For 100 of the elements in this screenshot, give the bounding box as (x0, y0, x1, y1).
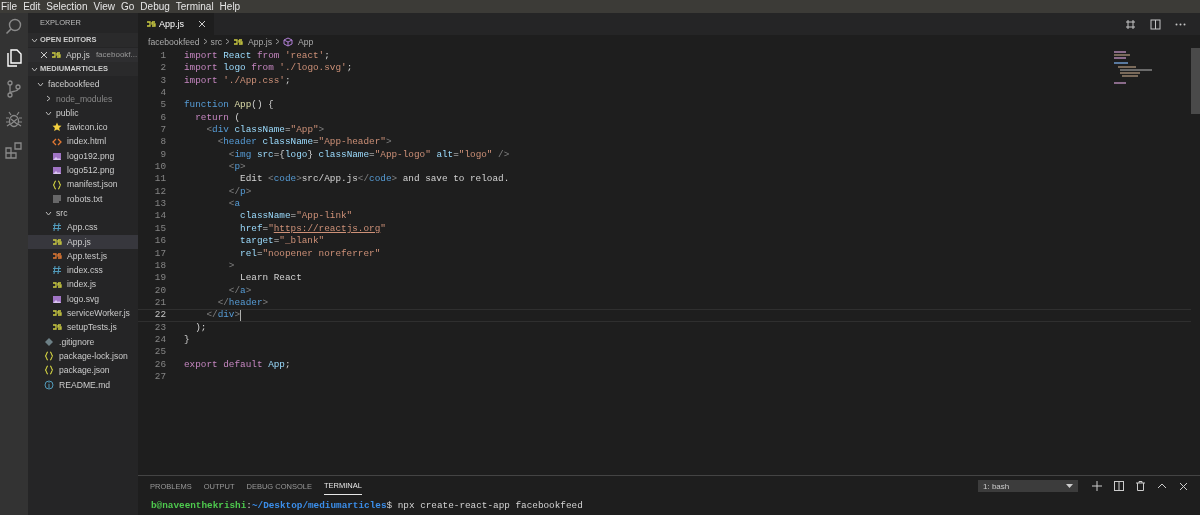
menu-item[interactable]: File (1, 0, 18, 13)
code-line: </header> (216, 296, 269, 310)
line-number: 6 (159, 111, 166, 125)
chevron-icon (225, 38, 231, 45)
terminal-select[interactable]: 1: bash (978, 480, 1078, 492)
tree-item[interactable]: logo512.png (28, 163, 138, 178)
code-line: rel="noopener noreferrer" (239, 247, 381, 260)
chevron-up-icon[interactable] (1157, 483, 1167, 489)
menu-item[interactable]: Edit (23, 0, 41, 13)
js-file-icon (52, 308, 62, 319)
lines-icon (52, 193, 62, 204)
split-terminal-icon[interactable] (1114, 481, 1124, 491)
scrollbar[interactable] (1191, 48, 1200, 114)
code-line: <img src={logo} className="App-logo" alt="logo" /> (227, 148, 510, 162)
close-icon[interactable] (1179, 481, 1188, 491)
line-number: 2 (159, 62, 166, 75)
menu-item[interactable]: Debug (140, 0, 170, 13)
diamond-icon (44, 336, 54, 347)
code-line: function App() { (184, 99, 274, 112)
open-editor-item[interactable]: App.js facebookf... (28, 48, 138, 63)
js-file-icon (51, 50, 61, 61)
breadcrumb[interactable]: src (210, 36, 223, 47)
tree-item[interactable]: logo192.png (28, 148, 138, 164)
line-number: 27 (153, 370, 166, 384)
code-line: <div className="App"> (205, 124, 325, 137)
line-number: 24 (153, 333, 166, 347)
code-line: > (227, 259, 235, 273)
line-number: 10 (153, 161, 166, 174)
bug-icon[interactable] (5, 111, 23, 129)
menu-item[interactable]: Terminal (175, 0, 214, 13)
line-number: 5 (159, 99, 166, 112)
tree-item[interactable]: public (28, 105, 138, 121)
menu-item[interactable]: Selection (46, 0, 88, 13)
tree-item[interactable]: package.json (28, 363, 138, 378)
tree-item[interactable]: App.js (28, 234, 138, 249)
line-number: 3 (159, 74, 166, 88)
code-line: Learn React (239, 272, 302, 285)
tree-item[interactable]: manifest.json (28, 177, 138, 192)
code-line: target="_blank" (239, 235, 325, 248)
chevron-icon (202, 38, 208, 45)
tree-item[interactable]: index.css (28, 263, 138, 278)
chevron-icon (45, 209, 52, 217)
editor-tab[interactable]: App.js (138, 13, 214, 35)
line-number: 18 (153, 259, 166, 273)
search-icon[interactable] (5, 18, 23, 36)
tree-item[interactable]: robots.txt (28, 191, 138, 206)
tree-item[interactable]: .gitignore (28, 334, 138, 349)
menu-item[interactable]: Help (219, 0, 241, 13)
line-number: 1 (159, 50, 166, 63)
split-editor-icon[interactable] (1150, 18, 1161, 30)
code-line: return ( (194, 111, 241, 125)
line-number: 15 (153, 222, 166, 236)
code-line: </a> (227, 284, 252, 297)
line-number: 11 (153, 173, 166, 186)
menu-item[interactable]: Go (121, 0, 135, 13)
line-number: 23 (153, 321, 166, 334)
file-name: App.js (66, 49, 90, 62)
code-line: href="https://reactjs.org" (239, 222, 386, 236)
close-icon[interactable] (198, 20, 206, 28)
code-icon (52, 136, 62, 147)
more-icon[interactable] (1175, 22, 1186, 26)
compare-icon[interactable] (1125, 18, 1136, 30)
plus-icon[interactable] (1092, 481, 1102, 491)
files-icon[interactable] (5, 49, 23, 67)
source-control-icon[interactable] (5, 80, 23, 98)
js-file-icon (52, 279, 62, 290)
tree-item[interactable]: index.html (28, 134, 138, 149)
tree-item[interactable]: README.md (28, 377, 138, 392)
code-line: <p> (227, 161, 246, 174)
image-icon (52, 165, 62, 176)
tree-item[interactable]: favicon.ico (28, 120, 138, 135)
trash-icon[interactable] (1136, 481, 1145, 491)
line-number: 14 (153, 210, 166, 223)
tree-item[interactable]: logo.svg (28, 291, 138, 307)
tree-item[interactable]: index.js (28, 277, 138, 292)
tree-item[interactable]: setupTests.js (28, 320, 138, 335)
line-number: 8 (159, 136, 166, 149)
menu-item[interactable]: View (93, 0, 115, 13)
tree-item[interactable]: serviceWorker.js (28, 306, 138, 321)
breadcrumb[interactable]: App.js (248, 36, 272, 47)
tree-item[interactable]: package-lock.json (28, 348, 138, 364)
code-line: import React from 'react'; (184, 50, 330, 63)
code-line: Edit <code>src/App.js</code> and save to reload. (239, 173, 510, 186)
line-number: 7 (159, 124, 166, 137)
close-icon[interactable] (40, 51, 48, 60)
tree-item[interactable]: App.test.js (28, 248, 138, 264)
tree-item[interactable]: node_modules (28, 91, 138, 106)
js-file-icon (146, 19, 156, 29)
js-file-icon (52, 251, 62, 261)
tree-item[interactable]: src (28, 205, 138, 221)
extensions-icon[interactable] (5, 142, 23, 160)
chevron-icon (274, 38, 280, 45)
breadcrumb[interactable]: App (297, 36, 314, 47)
tree-item[interactable]: facebookfeed (28, 77, 138, 92)
breadcrumb[interactable]: facebookfeed (148, 36, 200, 47)
code-line: import './App.css'; (184, 74, 291, 88)
chevron-icon (31, 36, 38, 44)
cube-icon (282, 36, 293, 47)
info-icon (44, 379, 54, 390)
tree-item[interactable]: App.css (28, 220, 138, 235)
